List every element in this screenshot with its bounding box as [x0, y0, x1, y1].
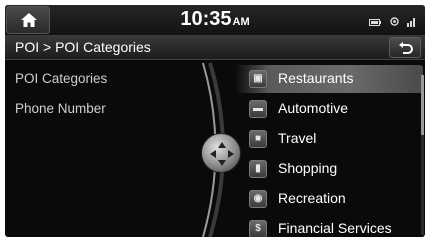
list-scrollbar[interactable] — [421, 75, 424, 235]
list-item-restaurants[interactable]: ▣ Restaurants — [235, 65, 423, 93]
shopping-bag-icon: ▮ — [249, 160, 267, 178]
back-button[interactable] — [389, 37, 421, 58]
breadcrumb: POI > POI Categories — [15, 39, 151, 55]
list-item-automotive[interactable]: ▬ Automotive — [235, 95, 423, 123]
menu-item-poi-categories[interactable]: POI Categories — [15, 71, 107, 86]
list-item-label: Recreation — [278, 190, 346, 206]
list-item-label: Automotive — [278, 100, 349, 116]
list-item-label: Financial Services — [278, 220, 392, 236]
luggage-icon: ■ — [249, 130, 267, 148]
battery-icon — [369, 14, 382, 32]
back-arrow-icon — [399, 42, 413, 54]
list-item-financial-services[interactable]: $ Financial Services — [235, 215, 423, 237]
menu-item-phone-number[interactable]: Phone Number — [15, 101, 106, 116]
gps-icon — [389, 14, 400, 32]
list-item-shopping[interactable]: ▮ Shopping — [235, 155, 423, 183]
status-icons — [366, 14, 417, 27]
list-item-label: Shopping — [278, 160, 338, 176]
restaurant-icon: ▣ — [249, 70, 267, 88]
navigation-screen: 10:35AM POI > POI Categories POI Categor… — [5, 5, 425, 237]
clock-time: 10:35 — [180, 8, 232, 30]
car-icon: ▬ — [249, 100, 267, 118]
clock-ampm: AM — [232, 16, 250, 28]
clock: 10:35AM — [5, 8, 425, 31]
recreation-icon: ◉ — [249, 190, 267, 208]
direction-arrows-icon — [210, 142, 234, 166]
status-bar: 10:35AM — [5, 5, 425, 35]
title-bar: POI > POI Categories — [5, 35, 425, 60]
list-item-label: Restaurants — [278, 70, 354, 86]
list-item-label: Travel — [278, 130, 317, 146]
dollar-icon: $ — [249, 220, 267, 237]
scrollbar-thumb[interactable] — [421, 75, 424, 135]
signal-icon — [407, 14, 417, 32]
list-item-travel[interactable]: ■ Travel — [235, 125, 423, 153]
list-item-recreation[interactable]: ◉ Recreation — [235, 185, 423, 213]
